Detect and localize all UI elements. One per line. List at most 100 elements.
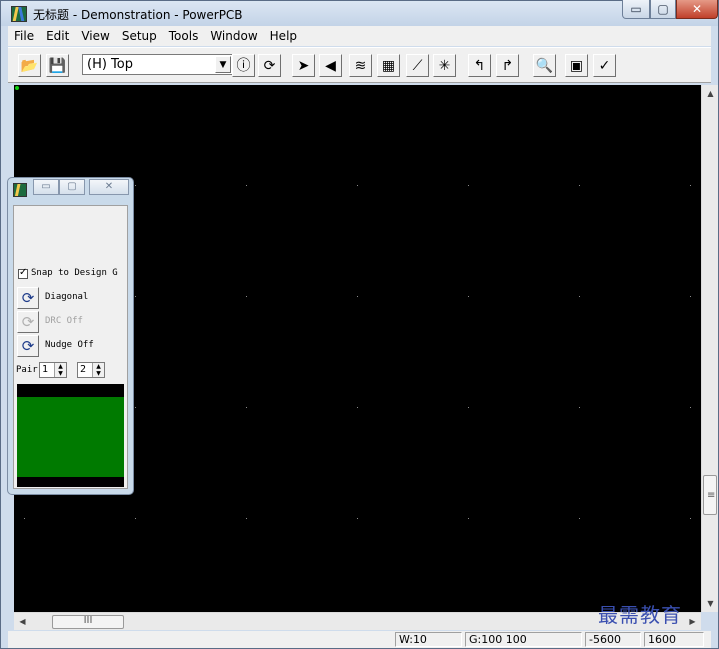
layer-color-preview bbox=[17, 384, 124, 487]
checkmark-icon: ✓ bbox=[598, 58, 611, 74]
select-button[interactable]: ➤ bbox=[292, 54, 315, 77]
close-button[interactable]: ✕ bbox=[676, 0, 718, 19]
grid-dot bbox=[468, 407, 469, 408]
maximize-button[interactable]: ▢ bbox=[650, 0, 676, 19]
grid-dot bbox=[357, 407, 358, 408]
menu-window[interactable]: Window bbox=[204, 27, 263, 45]
route-button[interactable]: ≋ bbox=[349, 54, 372, 77]
watermark: 最需教育 bbox=[598, 603, 682, 627]
cycle-icon: ⟳ bbox=[263, 58, 276, 74]
grip-icon: III bbox=[83, 615, 93, 626]
toolbar: 📂 💾 (H) Top ▼ ⓘ ⟳ ➤ ◀ ≋ ▦ ⟋ ✳ ↰ ↱ 🔍 ▣ ✓ bbox=[8, 47, 711, 83]
status-width: W:10 bbox=[395, 632, 462, 647]
scroll-up-icon[interactable]: ▲ bbox=[702, 85, 719, 102]
snap-label: Snap to Design G bbox=[31, 268, 118, 278]
grid-dot bbox=[579, 296, 580, 297]
minimize-button[interactable]: ▭ bbox=[622, 0, 650, 19]
vertical-scroll-thumb[interactable]: ≡ bbox=[703, 475, 717, 515]
menu-tools[interactable]: Tools bbox=[163, 27, 205, 45]
design-icon: ▦ bbox=[381, 58, 396, 74]
open-button[interactable]: 📂 bbox=[18, 54, 41, 77]
zoom-icon: 🔍 bbox=[535, 58, 554, 74]
horizontal-scroll-thumb[interactable]: III bbox=[52, 615, 124, 629]
chevron-down-icon: ▼ bbox=[219, 60, 227, 70]
open-icon: 📂 bbox=[20, 58, 39, 74]
cycle-icon: ⟳ bbox=[21, 289, 35, 307]
star-button[interactable]: ✳ bbox=[433, 54, 456, 77]
menu-file[interactable]: File bbox=[8, 27, 40, 45]
board-button[interactable]: ▣ bbox=[565, 54, 588, 77]
zoom-button[interactable]: 🔍 bbox=[533, 54, 556, 77]
undo-button[interactable]: ↰ bbox=[468, 54, 491, 77]
info-button[interactable]: ⓘ bbox=[232, 54, 255, 77]
layer-select[interactable]: (H) Top ▼ bbox=[82, 54, 233, 75]
diagonal-button[interactable]: ⟳ bbox=[17, 287, 39, 309]
maximize-icon: ▢ bbox=[657, 2, 669, 16]
grid-dot bbox=[246, 296, 247, 297]
nudge-button[interactable]: ⟳ bbox=[17, 335, 39, 357]
toolbox-maximize-button[interactable]: ▢ bbox=[59, 179, 85, 195]
line-button[interactable]: ⟋ bbox=[406, 54, 429, 77]
grid-dot bbox=[579, 518, 580, 519]
grid-dot bbox=[246, 185, 247, 186]
vertical-scrollbar[interactable]: ▲ ≡ ▼ bbox=[701, 85, 718, 612]
toolbox-body: ✓ Snap to Design G ⟳ Diagonal ⟳ DRC Off … bbox=[13, 205, 128, 489]
drc-label: DRC Off bbox=[45, 316, 83, 326]
layer-select-value: (H) Top bbox=[87, 57, 133, 72]
menu-setup[interactable]: Setup bbox=[116, 27, 163, 45]
drafting-button[interactable]: ◀ bbox=[319, 54, 342, 77]
status-grid: G:100 100 bbox=[465, 632, 582, 647]
pair-label: Pair bbox=[16, 365, 38, 375]
menu-view[interactable]: View bbox=[75, 27, 115, 45]
design-button[interactable]: ▦ bbox=[377, 54, 400, 77]
pair-value-2: 2 bbox=[80, 364, 87, 375]
grid-dot bbox=[579, 185, 580, 186]
scroll-right-icon[interactable]: ▶ bbox=[684, 613, 701, 630]
maximize-icon: ▢ bbox=[67, 181, 77, 192]
status-bar: W:10 G:100 100 -5600 1600 bbox=[8, 631, 711, 648]
powerpcb-app-icon[interactable] bbox=[11, 6, 27, 22]
star-icon: ✳ bbox=[438, 58, 451, 74]
grid-dot bbox=[135, 185, 136, 186]
select-arrow-icon: ➤ bbox=[297, 58, 310, 74]
toolbox-close-button[interactable]: ✕ bbox=[89, 179, 129, 195]
save-button[interactable]: 💾 bbox=[46, 54, 69, 77]
scroll-left-icon[interactable]: ◀ bbox=[14, 613, 31, 630]
powerpcb-app-icon[interactable] bbox=[13, 183, 27, 197]
diagonal-label: Diagonal bbox=[45, 292, 89, 302]
grid-dot bbox=[246, 518, 247, 519]
nudge-label: Nudge Off bbox=[45, 340, 94, 350]
redo-button[interactable]: ↱ bbox=[496, 54, 519, 77]
minimize-icon: ▭ bbox=[630, 2, 642, 16]
status-x-coord: -5600 bbox=[585, 632, 641, 647]
cycle-button[interactable]: ⟳ bbox=[258, 54, 281, 77]
menu-help[interactable]: Help bbox=[264, 27, 303, 45]
route-icon: ≋ bbox=[354, 58, 367, 74]
drc-button[interactable]: ⟳ bbox=[17, 311, 39, 333]
pair-spinner-1[interactable]: 1 ▲ ▼ bbox=[39, 362, 67, 378]
menu-edit[interactable]: Edit bbox=[40, 27, 75, 45]
redo-icon: ↱ bbox=[501, 58, 514, 74]
status-y-coord: 1600 bbox=[644, 632, 704, 647]
window-title: 无标题 - Demonstration - PowerPCB bbox=[33, 8, 243, 22]
grid-dot bbox=[357, 518, 358, 519]
minimize-icon: ▭ bbox=[41, 181, 51, 192]
title-bar[interactable]: 无标题 - Demonstration - PowerPCB bbox=[1, 1, 718, 26]
toolbox-minimize-button[interactable]: ▭ bbox=[33, 179, 59, 195]
close-icon: ✕ bbox=[104, 181, 114, 192]
pair-spinner-2[interactable]: 2 ▲ ▼ bbox=[77, 362, 105, 378]
grid-dot bbox=[468, 296, 469, 297]
grid-dot bbox=[690, 518, 691, 519]
grid-dot bbox=[24, 518, 25, 519]
origin-marker bbox=[15, 86, 19, 90]
layer-dropdown-button[interactable]: ▼ bbox=[215, 56, 231, 73]
undo-icon: ↰ bbox=[473, 58, 486, 74]
snap-checkbox[interactable]: ✓ bbox=[18, 267, 28, 279]
spinner-arrows-icon[interactable]: ▲ ▼ bbox=[54, 363, 66, 377]
scroll-down-icon[interactable]: ▼ bbox=[702, 595, 719, 612]
checkmark-button[interactable]: ✓ bbox=[593, 54, 616, 77]
toolbox-window: ▭ ▢ ✕ ✓ Snap to Design G ⟳ Diagonal ⟳ DR… bbox=[7, 177, 134, 495]
grid-dot bbox=[246, 407, 247, 408]
spinner-arrows-icon[interactable]: ▲ ▼ bbox=[92, 363, 104, 377]
grid-dot bbox=[579, 407, 580, 408]
